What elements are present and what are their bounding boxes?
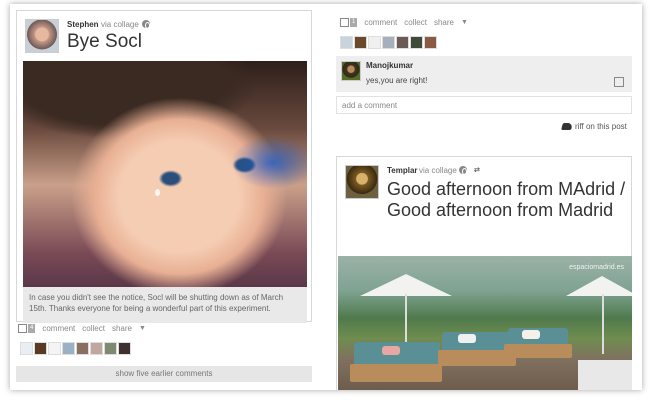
comment-box-icon — [18, 324, 27, 333]
share-link[interactable]: share — [434, 18, 454, 27]
post-actions-right-top: 1 comment collect share ▼ — [340, 18, 468, 27]
riff-icon — [561, 123, 573, 130]
commenter-avatar[interactable] — [341, 61, 361, 81]
liker-avatar[interactable] — [340, 36, 353, 49]
post-actions-left: 4 comment collect share ▼ — [18, 324, 146, 333]
chevron-down-icon[interactable]: ▼ — [139, 325, 146, 332]
liker-avatar[interactable] — [76, 342, 89, 355]
collect-link[interactable]: collect — [82, 324, 105, 333]
lounger — [502, 322, 576, 366]
umbrella-pole — [602, 294, 604, 354]
liker-avatar[interactable] — [424, 36, 437, 49]
liker-avatar[interactable] — [118, 342, 131, 355]
commenter-name[interactable]: Manojkumar — [366, 61, 413, 70]
add-comment-input[interactable]: add a comment — [336, 96, 632, 114]
post-photo[interactable]: espaciomadrid.es — [338, 256, 632, 390]
comment-box-icon — [340, 18, 349, 27]
reply-box-icon[interactable] — [614, 77, 624, 87]
umbrella-shape — [566, 276, 632, 296]
liker-avatar[interactable] — [410, 36, 423, 49]
photo-watermark: espaciomadrid.es — [569, 264, 624, 271]
table-shape — [578, 360, 632, 390]
post-caption: In case you didn't see the notice, Socl … — [23, 287, 307, 323]
show-earlier-comments-button[interactable]: show five earlier comments — [16, 366, 312, 382]
stream-icon: ⇄ — [474, 167, 480, 174]
liker-avatar[interactable] — [90, 342, 103, 355]
share-link[interactable]: share — [112, 324, 132, 333]
liker-avatar[interactable] — [20, 342, 33, 355]
comment-link[interactable]: comment — [42, 324, 75, 333]
liker-avatar[interactable] — [368, 36, 381, 49]
lounger — [344, 332, 448, 388]
comment-count-badge: 1 — [350, 18, 358, 27]
author-avatar[interactable] — [345, 165, 379, 199]
liker-avatar[interactable] — [62, 342, 75, 355]
globe-icon — [142, 20, 150, 29]
post-title: Good afternoon from MAdrid / Good aftern… — [387, 179, 626, 220]
post-card-left: Stephen via collage Bye Socl In case you… — [16, 10, 312, 323]
riff-label: riff on this post — [575, 122, 627, 131]
comment-count-badge: 4 — [28, 324, 36, 333]
author-avatar[interactable] — [25, 19, 59, 53]
liker-avatar[interactable] — [104, 342, 117, 355]
post-title: Bye Socl — [67, 31, 142, 52]
liker-avatar[interactable] — [48, 342, 61, 355]
globe-icon — [459, 166, 467, 175]
chevron-down-icon[interactable]: ▼ — [461, 19, 468, 26]
comment-link[interactable]: comment — [364, 18, 397, 27]
author-name[interactable]: Stephen — [67, 20, 99, 29]
author-name[interactable]: Templar — [387, 166, 418, 175]
liker-avatar[interactable] — [382, 36, 395, 49]
comment-item: Manojkumar yes,you are right! — [336, 56, 632, 92]
comment-text: yes,you are right! — [366, 76, 428, 85]
via-label[interactable]: via collage — [101, 20, 139, 29]
riff-button[interactable]: riff on this post — [561, 122, 627, 131]
liker-avatar[interactable] — [396, 36, 409, 49]
via-label[interactable]: via collage — [419, 166, 457, 175]
tear-drop — [155, 189, 160, 196]
umbrella-shape — [360, 274, 452, 296]
comment-count[interactable]: 1 — [340, 18, 358, 27]
liker-avatar[interactable] — [354, 36, 367, 49]
post-photo[interactable] — [23, 61, 307, 287]
liker-avatar[interactable] — [34, 342, 47, 355]
comment-count[interactable]: 4 — [18, 324, 36, 333]
collect-link[interactable]: collect — [404, 18, 427, 27]
liker-avatars-right — [340, 36, 437, 49]
liker-avatars-left — [20, 342, 131, 355]
app-window: Stephen via collage Bye Socl In case you… — [10, 4, 642, 390]
